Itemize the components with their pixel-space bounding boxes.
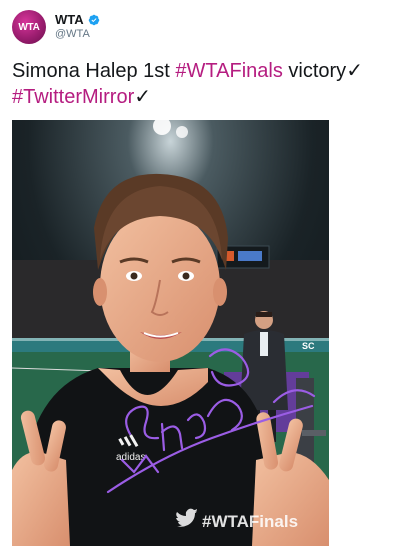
tweet-photo[interactable]: SC adidas #WTAFinals [12, 120, 329, 546]
author-handle[interactable]: @WTA [55, 27, 100, 42]
watermark-hashtag: #WTAFinals [202, 512, 298, 531]
tweet-text-part: Simona Halep 1st [12, 60, 176, 82]
hashtag-twittermirror-link[interactable]: #TwitterMirror [12, 86, 134, 108]
tweet-header: WTA WTA @WTA [12, 10, 100, 44]
checkmark: ✓ [346, 60, 363, 82]
tweet-text: Simona Halep 1st #WTAFinals victory✓ #Tw… [12, 58, 392, 110]
hashtag-wtafinals-link[interactable]: #WTAFinals [175, 60, 282, 82]
checkmark: ✓ [134, 86, 151, 108]
tweet-text-part: victory [282, 60, 347, 82]
author-avatar[interactable]: WTA [12, 10, 46, 44]
author-info: WTA @WTA [55, 12, 100, 42]
avatar-text: WTA [18, 21, 40, 33]
selfie-photo-illustration: SC adidas #WTAFinals [12, 120, 329, 546]
verified-badge-icon [88, 14, 99, 25]
tweet-card: WTA WTA @WTA Simona Halep 1st #WTAFinals… [0, 0, 400, 551]
name-row: WTA [55, 12, 100, 27]
author-display-name[interactable]: WTA [55, 12, 84, 27]
court-board-text: SC [302, 341, 315, 351]
